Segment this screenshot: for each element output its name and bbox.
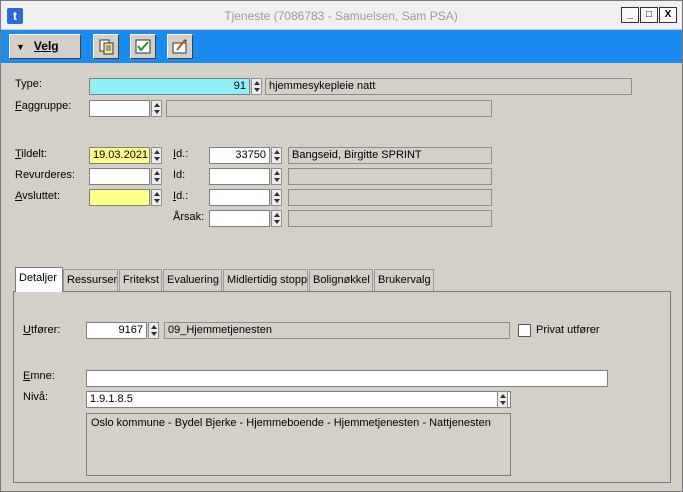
revurderes-date-spinner[interactable] <box>151 168 162 185</box>
type-code-field[interactable]: 91 <box>89 78 250 95</box>
toolbar: ▼ Velg <box>1 30 682 63</box>
utforer-description-field: 09_Hjemmetjenesten <box>164 322 510 339</box>
copy-icon <box>99 39 114 55</box>
tildelt-label: Tildelt: <box>15 148 47 160</box>
tab-detaljer[interactable]: Detaljer <box>15 267 63 292</box>
revurderes-id-field[interactable] <box>209 168 270 185</box>
checkmark-icon <box>135 39 151 54</box>
tildelt-date-field[interactable]: 19.03.2021 <box>89 147 150 164</box>
velg-button[interactable]: ▼ Velg <box>9 34 81 59</box>
velg-label: Velg <box>33 39 59 53</box>
tildelt-id-description-field: Bangseid, Birgitte SPRINT <box>288 147 492 164</box>
service-window: t Tjeneste (7086783 - Samuelsen, Sam PSA… <box>0 0 683 492</box>
approve-button[interactable] <box>130 34 156 59</box>
arsak-label: Årsak: <box>173 211 205 223</box>
tab-evaluering[interactable]: Evaluering <box>163 269 222 291</box>
utforer-spinner[interactable] <box>148 322 159 339</box>
minimize-button[interactable]: _ <box>621 7 639 23</box>
privat-utforer-label: Privat utfører <box>536 324 600 336</box>
avsluttet-id-spinner[interactable] <box>271 189 282 206</box>
niva-spinner[interactable] <box>497 391 508 408</box>
tildelt-id-spinner[interactable] <box>271 147 282 164</box>
avsluttet-id-field[interactable] <box>209 189 270 206</box>
avsluttet-label: Avsluttet: <box>15 190 61 202</box>
niva-path-textarea: Oslo kommune - Bydel Bjerke - Hjemmeboen… <box>86 413 511 476</box>
tab-fritekst[interactable]: Fritekst <box>119 269 162 291</box>
tab-midlertidig-stopp[interactable]: Midlertidig stopp <box>223 269 308 291</box>
privat-utforer-checkbox[interactable] <box>518 324 531 337</box>
revurderes-id-spinner[interactable] <box>271 168 282 185</box>
revurderes-id-label: Id: <box>173 169 186 181</box>
niva-field[interactable]: 1.9.1.8.5 <box>86 391 511 408</box>
avsluttet-date-field[interactable] <box>89 189 150 206</box>
revurderes-label: Revurderes: <box>15 169 75 181</box>
tab-brukervalg[interactable]: Brukervalg <box>374 269 434 291</box>
avsluttet-id-label: Id.: <box>173 190 189 202</box>
app-icon: t <box>7 8 23 24</box>
emne-label: Emne: <box>23 370 55 382</box>
edit-icon <box>172 39 187 54</box>
tildelt-id-field[interactable]: 33750 <box>209 147 270 164</box>
utforer-label: Utfører: <box>23 324 61 336</box>
faggruppe-code-field[interactable] <box>89 100 150 117</box>
avsluttet-id-description-field <box>288 189 492 206</box>
title-bar: t Tjeneste (7086783 - Samuelsen, Sam PSA… <box>1 1 682 30</box>
maximize-button[interactable]: □ <box>640 7 658 23</box>
arsak-code-field[interactable] <box>209 210 270 227</box>
window-title: Tjeneste (7086783 - Samuelsen, Sam PSA) <box>224 9 458 23</box>
tab-ressurser[interactable]: Ressurser <box>63 269 118 291</box>
tildelt-id-label: Id.: <box>173 148 189 160</box>
emne-field[interactable] <box>86 370 608 387</box>
avsluttet-date-spinner[interactable] <box>151 189 162 206</box>
utforer-code-field[interactable]: 9167 <box>86 322 147 339</box>
faggruppe-label: Faggruppe: <box>15 100 72 112</box>
type-label: Type: <box>15 78 42 90</box>
type-description-field: hjemmesykepleie natt <box>265 78 632 95</box>
tab-bolignokkel[interactable]: Bolignøkkel <box>309 269 373 291</box>
arsak-spinner[interactable] <box>271 210 282 227</box>
revurderes-date-field[interactable] <box>89 168 150 185</box>
close-button[interactable]: X <box>659 7 677 23</box>
dropdown-arrow-icon: ▼ <box>16 42 25 52</box>
revurderes-id-description-field <box>288 168 492 185</box>
faggruppe-description-field <box>166 100 492 117</box>
tildelt-date-spinner[interactable] <box>151 147 162 164</box>
arsak-description-field <box>288 210 492 227</box>
type-spinner[interactable] <box>251 78 262 95</box>
faggruppe-spinner[interactable] <box>151 100 162 117</box>
copy-button[interactable] <box>93 34 119 59</box>
niva-label: Nivå: <box>23 391 49 403</box>
edit-button[interactable] <box>167 34 193 59</box>
details-tab-panel: Utfører: 9167 09_Hjemmetjenesten Privat … <box>13 291 671 483</box>
